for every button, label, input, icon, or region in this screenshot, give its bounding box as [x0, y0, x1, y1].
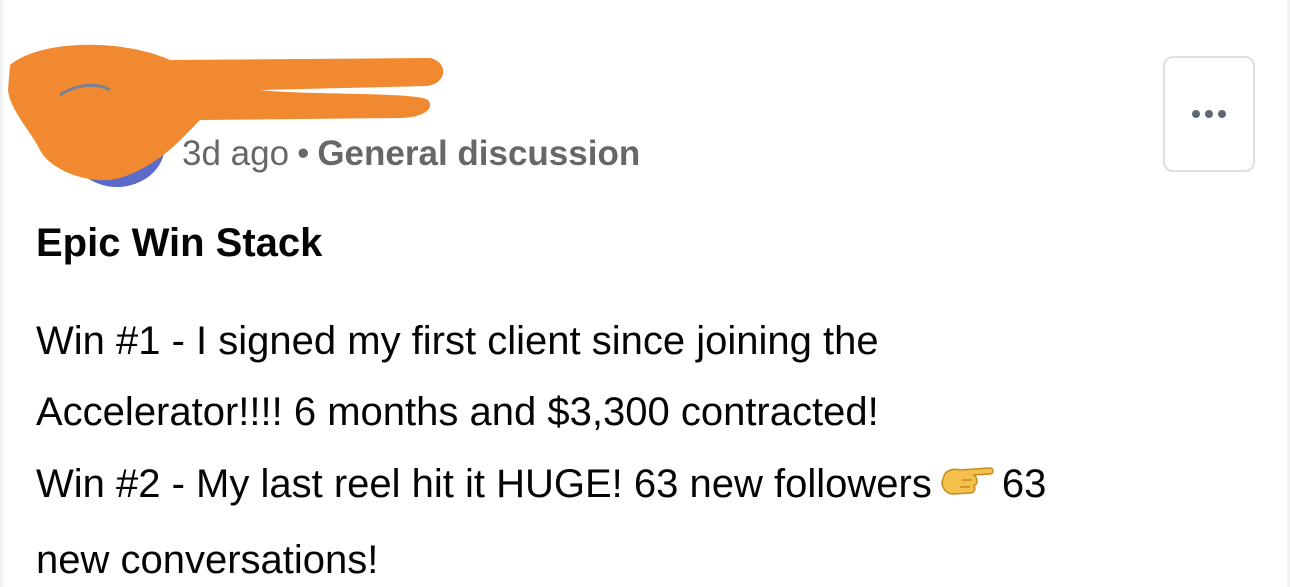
- post-body: Win #1 - I signed my first client since …: [36, 306, 1256, 587]
- pointing-right-hand-icon: [940, 448, 994, 519]
- body-line: new conversations!: [36, 538, 379, 582]
- meta-separator: •: [297, 134, 310, 173]
- body-line: Win #1 - I signed my first client since …: [36, 319, 879, 363]
- more-options-button[interactable]: [1163, 56, 1255, 172]
- body-line-text: Win #2 - My last reel hit it HUGE! 63 ne…: [36, 462, 932, 507]
- post-meta: 3d ago • General discussion: [182, 132, 640, 176]
- body-line-with-emoji: Win #2 - My last reel hit it HUGE! 63 ne…: [36, 448, 1256, 525]
- more-horizontal-icon: [1192, 110, 1226, 118]
- body-line-text: 63: [1001, 462, 1047, 507]
- post-category-link[interactable]: General discussion: [317, 134, 640, 173]
- post-time: 3d ago: [182, 134, 290, 173]
- post-title: Epic Win Stack: [36, 221, 323, 265]
- post-card: 3d ago • General discussion Epic Win Stack…: [0, 0, 1290, 587]
- card-left-edge: [0, 0, 3, 587]
- author-avatar[interactable]: [69, 103, 165, 187]
- body-line: Accelerator!!!! 6 months and $3,300 cont…: [36, 390, 879, 434]
